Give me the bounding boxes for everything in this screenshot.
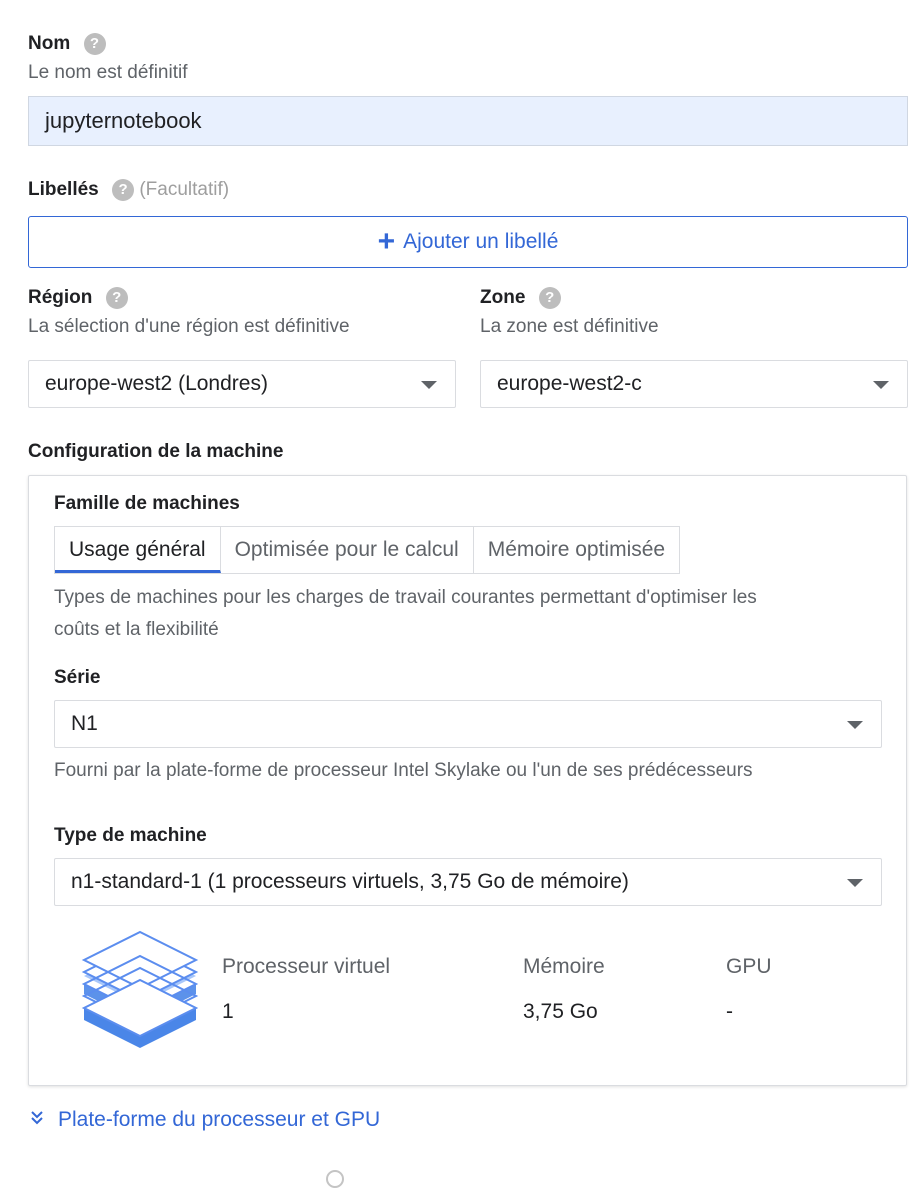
zone-label: Zone ? [480,287,561,309]
tab-memory-optimized[interactable]: Mémoire optimisée [474,527,679,573]
help-icon[interactable]: ? [105,287,128,309]
labels-label-text: Libellés [28,179,99,201]
labels-label: Libellés ? (Facultatif) [28,179,229,201]
tab-compute-optimized[interactable]: Optimisée pour le calcul [221,527,474,573]
help-icon[interactable]: ? [112,179,135,201]
machine-type-select[interactable]: n1-standard-1 (1 processeurs virtuels, 3… [54,858,882,906]
machine-config-title: Configuration de la machine [28,441,284,462]
cpu-platform-gpu-expander[interactable]: Plate-forme du processeur et GPU [30,1108,380,1132]
region-label: Région ? [28,287,128,309]
zone-hint: La zone est définitive [480,316,659,337]
name-label: Nom ? [28,33,106,55]
add-label-button-text: Ajouter un libellé [403,230,559,253]
zone-label-text: Zone [480,287,526,309]
machine-type-label: Type de machine [54,825,207,846]
series-select[interactable]: N1 [54,700,882,748]
stat-value-memory: 3,75 Go [523,1000,598,1023]
series-description: Fourni par la plate-forme de processeur … [54,760,753,781]
tab-general-purpose[interactable]: Usage général [55,527,221,573]
dropdown-arrow-icon [421,381,437,389]
description-line-1: Types de machines pour les charges de tr… [54,587,757,608]
zone-select-value: europe-west2-c [497,372,642,395]
machine-family-label: Famille de machines [54,493,240,514]
dropdown-arrow-icon [847,879,863,887]
help-icon[interactable]: ? [538,287,561,309]
stacked-layers-icon [78,928,202,1056]
cpu-platform-gpu-link-text: Plate-forme du processeur et GPU [58,1108,381,1131]
optional-text: (Facultatif) [139,179,230,201]
description-line-2: coûts et la flexibilité [54,619,219,640]
region-select-value: europe-west2 (Londres) [45,372,268,395]
dropdown-arrow-icon [847,721,863,729]
stat-header-memory: Mémoire [523,955,605,978]
stat-header-gpu: GPU [726,955,772,978]
region-label-text: Région [28,287,93,309]
machine-type-select-value: n1-standard-1 (1 processeurs virtuels, 3… [71,870,629,893]
series-label: Série [54,667,101,688]
double-chevron-down-icon [30,1110,44,1131]
add-label-button[interactable]: + Ajouter un libellé [28,216,908,268]
stat-value-gpu: - [726,1000,733,1023]
name-hint: Le nom est définitif [28,62,188,83]
help-icon[interactable]: ? [83,33,106,55]
machine-family-description: Types de machines pour les charges de tr… [54,582,757,646]
zone-select[interactable]: europe-west2-c [480,360,908,408]
name-input[interactable]: jupyternotebook [28,96,908,146]
region-hint: La sélection d'une région est définitive [28,316,350,337]
machine-family-tabs: Usage général Optimisée pour le calcul M… [54,526,681,574]
help-icon [326,1170,344,1188]
name-label-text: Nom [28,33,71,55]
dropdown-arrow-icon [873,381,889,389]
series-select-value: N1 [71,712,98,735]
stat-value-vcpu: 1 [222,1000,234,1023]
plus-icon: + [377,225,396,258]
stat-header-vcpu: Processeur virtuel [222,955,391,978]
region-select[interactable]: europe-west2 (Londres) [28,360,456,408]
